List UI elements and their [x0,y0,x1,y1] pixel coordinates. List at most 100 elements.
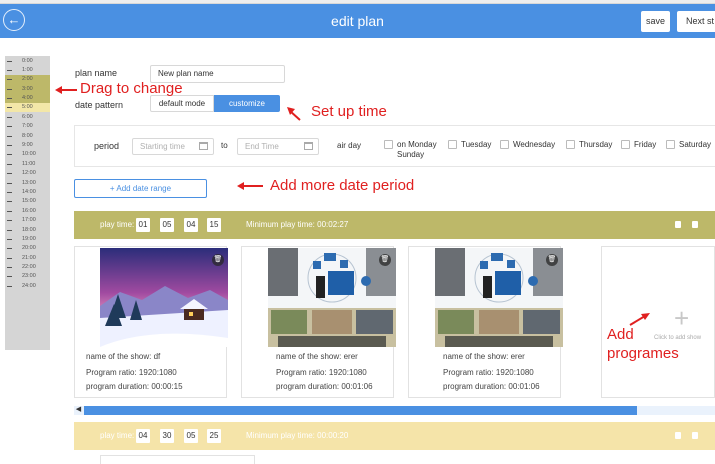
drag-annotation: Drag to change [80,80,183,97]
timeline-hour-row[interactable]: 18:00 [5,225,50,234]
timeline-hour-label: 3:00 [22,85,33,92]
timeline-hour-row[interactable]: 8:00 [5,131,50,140]
timeline-hour-row[interactable]: 2:00 [5,74,50,85]
playtime-end-minute[interactable]: 25 [207,429,221,443]
playtime-end-minute[interactable]: 15 [207,218,221,232]
timeline-tick [7,173,12,175]
program-duration-value: 00:01:06 [341,382,373,391]
customize-button[interactable]: customize [214,95,280,112]
timeline-hour-row[interactable]: 17:00 [5,216,50,225]
add-show-card[interactable]: + Click to add show [601,246,715,398]
next-step-button[interactable]: Next st [677,11,715,32]
back-button[interactable]: ← [3,9,25,31]
timeline-hour-row[interactable]: 1:00 [5,65,50,74]
timeline-tick [7,98,12,100]
show-card[interactable]: 🗑 name of the show: df Program ratio: 19… [74,246,228,398]
timeline-hour-row[interactable]: 14:00 [5,187,50,196]
timeline-hour-row[interactable]: 6:00 [5,112,50,121]
timeline-tick [7,154,12,156]
day-tuesday: Tuesday [461,140,492,149]
show-card[interactable] [100,455,255,464]
timeline-tick [7,220,12,222]
program-duration-label: program duration: [86,382,150,391]
timeline-hour-row[interactable]: 15:00 [5,197,50,206]
trash-icon[interactable] [692,432,698,439]
timeline-hour-row[interactable]: 19:00 [5,234,50,243]
timeline-hour-row[interactable]: 12:00 [5,169,50,178]
program-ratio-label: Program ratio: [443,368,494,377]
tuesday-checkbox[interactable] [448,140,457,149]
timeline-hour-row[interactable]: 13:00 [5,178,50,187]
timeline-hour-row[interactable]: 3:00 [5,84,50,94]
playtime-label: play time: [100,220,135,229]
timeline-hour-row[interactable]: 24:00 [5,281,50,290]
timeline-hour-label: 10:00 [22,151,36,158]
copy-icon[interactable] [675,221,681,228]
trash-icon[interactable] [692,221,698,228]
minimum-playtime: Minimum play time: 00:00:20 [246,431,348,440]
end-time-placeholder: End Time [245,142,279,151]
end-time-input[interactable]: End Time [237,138,319,155]
copy-icon[interactable] [675,432,681,439]
scroll-left-arrow-icon[interactable]: ◀ [74,405,83,415]
hour-timeline[interactable]: 0:00 1:00 2:00 3:00 4:00 5:00 6:00 7:00 8:00 9:00… [5,56,50,350]
timeline-hour-row[interactable]: 23:00 [5,272,50,281]
program-ratio-value: 1920:1080 [495,368,534,377]
wednesday-checkbox[interactable] [500,140,509,149]
thursday-checkbox[interactable] [566,140,575,149]
start-time-input[interactable]: Starting time [132,138,214,155]
minimum-playtime-value: 00:02:27 [317,220,349,229]
timeline-hour-label: 22:00 [22,264,36,271]
timeline-hour-row[interactable]: 11:00 [5,159,50,168]
playtime-label: play time: [100,431,135,440]
timeline-hour-label: 16:00 [22,207,36,214]
show-card[interactable]: 🗑 name of the show: erer Program ratio: … [241,246,396,398]
timeline-hour-row[interactable]: 9:00 [5,141,50,150]
playtime-end-hour[interactable]: 04 [184,218,198,232]
timeline-hour-row[interactable]: 21:00 [5,253,50,262]
show-name-label: name of the show: [443,352,509,361]
show-card[interactable]: 🗑 name of the show: erer Program ratio: … [408,246,563,398]
show-name-value: df [153,352,161,361]
timeline-hour-label: 19:00 [22,235,36,242]
timeline-tick [7,182,12,184]
playtime-start-minute[interactable]: 05 [160,218,174,232]
header-bar: edit plan ← save Next st [0,4,715,38]
delete-show-icon[interactable]: 🗑 [212,254,224,266]
day-friday: Friday [634,140,657,149]
timeline-hour-label: 4:00 [22,95,33,102]
playtime-start-minute[interactable]: 30 [160,429,174,443]
timeline-tick [7,229,12,231]
timeline-tick [7,285,12,287]
show-name-label: name of the show: [276,352,342,361]
add-programes-annotation: Add programes [607,326,679,362]
playtime-start-hour[interactable]: 04 [136,429,150,443]
timeline-hour-row[interactable]: 10:00 [5,150,50,159]
add-date-range-button[interactable]: + Add date range [74,179,207,198]
timeline-hour-label: 6:00 [22,113,33,120]
save-button[interactable]: save [641,11,670,32]
monday-checkbox[interactable] [384,140,393,149]
timeline-tick [7,116,12,118]
timeline-hour-row[interactable]: 5:00 [5,102,50,113]
playtime-end-hour[interactable]: 05 [184,429,198,443]
playtime-start-hour[interactable]: 01 [136,218,150,232]
timeline-hour-row[interactable]: 16:00 [5,206,50,215]
air-day-label: air day [337,141,362,150]
start-time-placeholder: Starting time [140,142,185,151]
horizontal-scroll-thumb[interactable] [84,406,637,415]
friday-checkbox[interactable] [621,140,630,149]
saturday-checkbox[interactable] [666,140,675,149]
delete-show-icon[interactable]: 🗑 [379,254,391,266]
timeline-hour-row[interactable]: 7:00 [5,122,50,131]
timeline-hour-label: 20:00 [22,245,36,252]
timeline-tick [7,69,12,71]
timeline-hour-row[interactable]: 22:00 [5,263,50,272]
timeline-hour-row[interactable]: 4:00 [5,93,50,103]
delete-show-icon[interactable]: 🗑 [546,254,558,266]
timeline-hour-row[interactable]: 0:00 [5,56,50,65]
timeline-hour-row[interactable]: 20:00 [5,244,50,253]
smart-home-diagram-thumbnail [435,248,563,347]
program-duration: program duration: 00:01:06 [443,381,540,392]
show-name-value: erer [343,352,358,361]
